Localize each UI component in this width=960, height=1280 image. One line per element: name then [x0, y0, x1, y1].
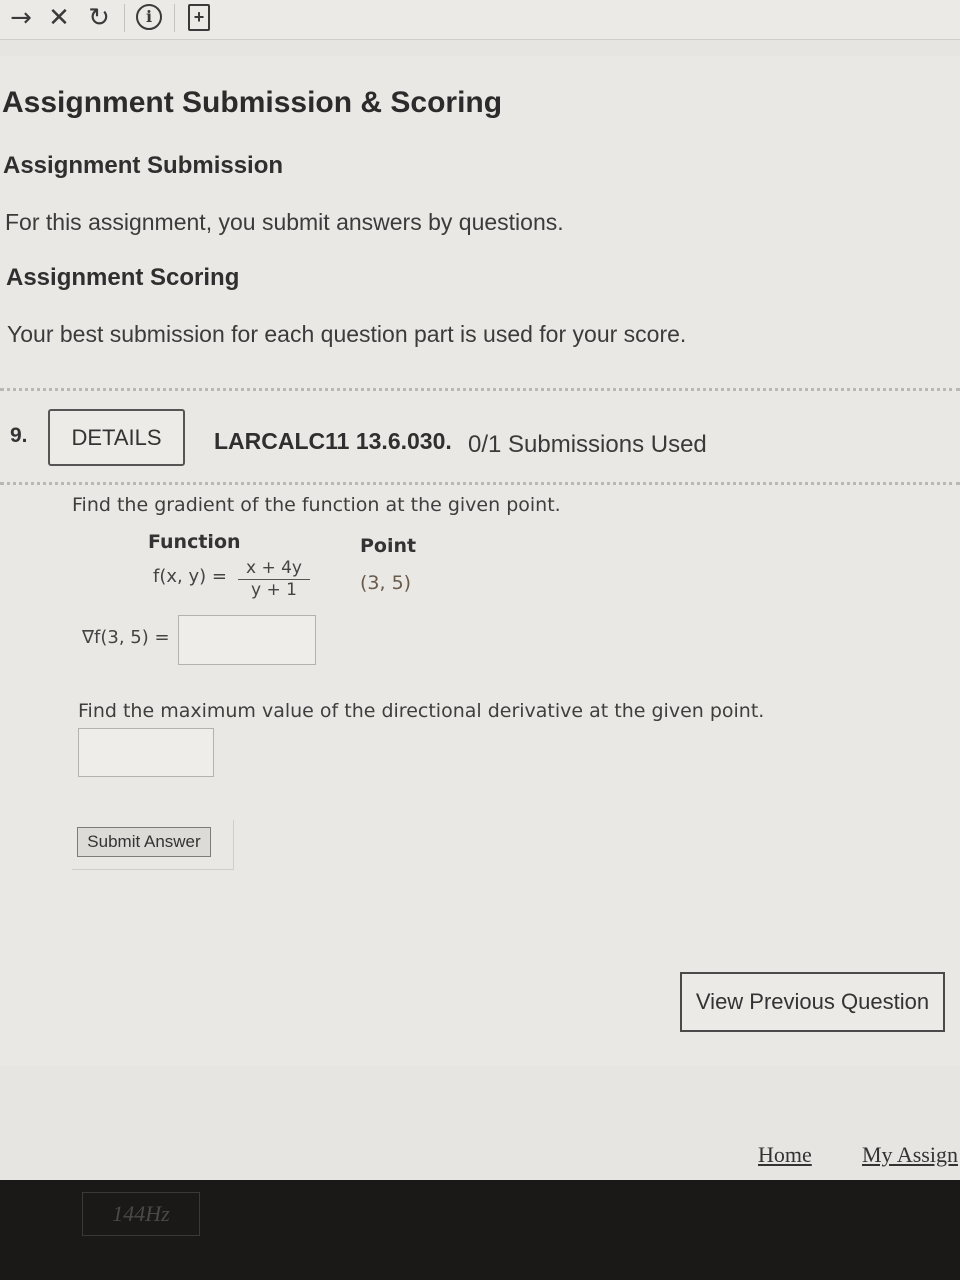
scoring-heading: Assignment Scoring [6, 264, 240, 291]
view-previous-question-button[interactable]: View Previous Question [680, 972, 945, 1032]
question-divider [0, 482, 960, 485]
submission-text: For this assignment, you submit answers … [5, 209, 564, 235]
submissions-count: 0/1 Submissions Used [468, 431, 707, 458]
submission-heading: Assignment Submission [3, 152, 284, 179]
info-icon[interactable]: i [136, 4, 162, 30]
function-lhs: f(x, y) = [153, 566, 227, 587]
details-button[interactable]: DETAILS [48, 409, 185, 466]
question-prompt: Find the gradient of the function at the… [72, 494, 561, 516]
section-divider [0, 388, 960, 391]
fraction-denominator: y + 1 [251, 580, 297, 600]
browser-toolbar: → ✕ ↻ i + [0, 0, 960, 40]
max-derivative-input[interactable] [78, 728, 214, 777]
home-link[interactable]: Home [758, 1142, 812, 1168]
fraction-numerator: x + 4y [238, 558, 310, 580]
point-header: Point [360, 535, 417, 557]
forward-icon[interactable]: → [4, 3, 38, 33]
scoring-text: Your best submission for each question p… [7, 321, 687, 347]
reload-icon[interactable]: ↻ [84, 3, 114, 33]
refresh-rate-label: 144Hz [82, 1192, 200, 1236]
question-prompt-2: Find the maximum value of the directiona… [78, 700, 765, 722]
gradient-answer-input[interactable] [178, 615, 316, 665]
page-title: Assignment Submission & Scoring [2, 86, 503, 119]
close-icon[interactable]: ✕ [44, 3, 74, 33]
gradient-label: ∇f(3, 5) = [82, 627, 170, 648]
submit-answer-button[interactable]: Submit Answer [77, 827, 211, 857]
question-number: 9. [10, 424, 28, 447]
toolbar-divider [174, 4, 175, 32]
question-id: LARCALC11 13.6.030. [214, 428, 452, 454]
my-assignments-link[interactable]: My Assign [862, 1142, 960, 1168]
function-fraction: x + 4y y + 1 [238, 558, 310, 600]
add-page-icon[interactable]: + [188, 4, 210, 31]
point-value: (3, 5) [360, 572, 412, 594]
page-panel [0, 56, 960, 1066]
toolbar-divider [124, 4, 125, 32]
function-header: Function [148, 531, 241, 553]
